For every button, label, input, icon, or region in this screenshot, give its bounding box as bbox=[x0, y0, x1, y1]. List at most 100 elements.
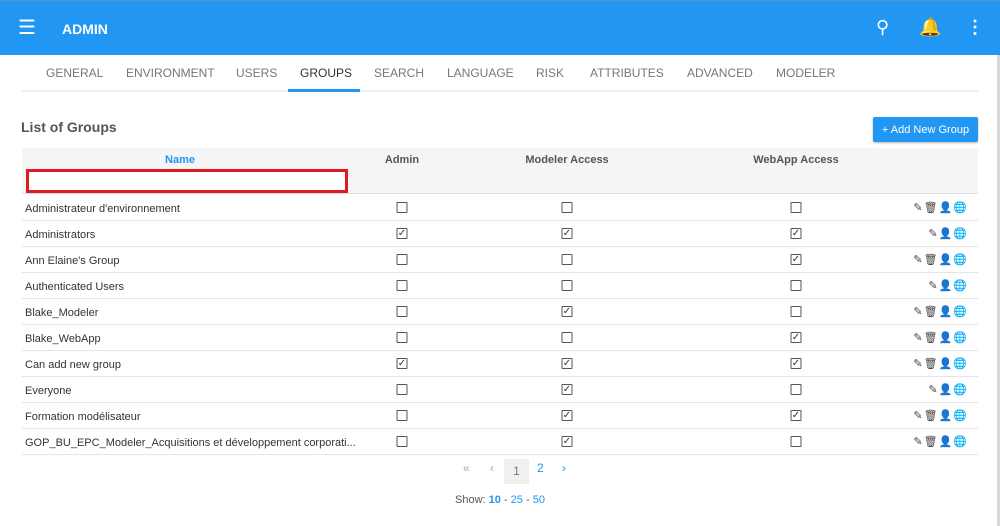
modeler-checkbox[interactable] bbox=[561, 254, 573, 265]
webapp-checkbox[interactable] bbox=[790, 306, 802, 317]
edit-icon[interactable]: ✎ bbox=[913, 306, 923, 318]
edit-icon[interactable]: ✎ bbox=[928, 228, 938, 240]
delete-icon[interactable]: 🗑 bbox=[924, 332, 939, 344]
user-icon[interactable]: 👤 bbox=[939, 254, 954, 266]
prev-page-button[interactable]: ‹ bbox=[490, 461, 494, 475]
modeler-checkbox[interactable]: ✓ bbox=[561, 384, 573, 395]
user-icon[interactable]: 👤 bbox=[939, 358, 954, 370]
globe-icon[interactable]: 🌐 bbox=[953, 306, 968, 318]
admin-checkbox[interactable] bbox=[396, 410, 408, 421]
more-vert-icon[interactable]: ⋮ bbox=[966, 17, 984, 37]
edit-icon[interactable]: ✎ bbox=[913, 332, 923, 344]
tab-environment[interactable]: ENVIRONMENT bbox=[126, 66, 215, 80]
user-icon[interactable]: 👤 bbox=[939, 280, 954, 292]
delete-icon[interactable]: 🗑 bbox=[924, 436, 939, 448]
tab-groups[interactable]: GROUPS bbox=[300, 66, 352, 80]
delete-icon[interactable]: 🗑 bbox=[924, 202, 939, 214]
modeler-checkbox[interactable] bbox=[561, 202, 573, 213]
modeler-checkbox[interactable]: ✓ bbox=[561, 306, 573, 317]
group-name[interactable]: Authenticated Users bbox=[25, 281, 124, 293]
globe-icon[interactable]: 🌐 bbox=[953, 228, 968, 240]
globe-icon[interactable]: 🌐 bbox=[953, 384, 968, 396]
tab-attributes[interactable]: ATTRIBUTES bbox=[590, 66, 664, 80]
globe-icon[interactable]: 🌐 bbox=[953, 358, 968, 370]
webapp-checkbox[interactable] bbox=[790, 202, 802, 213]
webapp-checkbox[interactable]: ✓ bbox=[790, 332, 802, 343]
tab-modeler[interactable]: MODELER bbox=[776, 66, 835, 80]
edit-icon[interactable]: ✎ bbox=[913, 436, 923, 448]
globe-icon[interactable]: 🌐 bbox=[953, 436, 968, 448]
user-icon[interactable]: 👤 bbox=[939, 332, 954, 344]
column-name[interactable]: Name bbox=[165, 154, 195, 166]
admin-checkbox[interactable] bbox=[396, 280, 408, 291]
admin-checkbox[interactable]: ✓ bbox=[396, 228, 408, 239]
admin-checkbox[interactable] bbox=[396, 306, 408, 317]
page-size-50[interactable]: 50 bbox=[533, 494, 545, 506]
globe-icon[interactable]: 🌐 bbox=[953, 202, 968, 214]
first-page-button[interactable]: « bbox=[463, 461, 470, 475]
page-size-10[interactable]: 10 bbox=[489, 494, 501, 506]
edit-icon[interactable]: ✎ bbox=[913, 410, 923, 422]
modeler-checkbox[interactable]: ✓ bbox=[561, 228, 573, 239]
webapp-checkbox[interactable] bbox=[790, 384, 802, 395]
delete-icon[interactable]: 🗑 bbox=[924, 358, 939, 370]
webapp-checkbox[interactable]: ✓ bbox=[790, 410, 802, 421]
admin-checkbox[interactable] bbox=[396, 254, 408, 265]
add-new-group-button[interactable]: + Add New Group bbox=[873, 117, 978, 142]
page-size-25[interactable]: 25 bbox=[511, 494, 523, 506]
tab-advanced[interactable]: ADVANCED bbox=[687, 66, 753, 80]
webapp-checkbox[interactable]: ✓ bbox=[790, 228, 802, 239]
search-icon[interactable]: ⚲ bbox=[876, 17, 889, 37]
user-icon[interactable]: 👤 bbox=[939, 384, 954, 396]
group-name[interactable]: Ann Elaine's Group bbox=[25, 255, 119, 267]
group-name[interactable]: Can add new group bbox=[25, 359, 121, 371]
tab-risk[interactable]: RISK bbox=[536, 66, 564, 80]
group-name[interactable]: GOP_BU_EPC_Modeler_Acquisitions et dével… bbox=[25, 437, 356, 449]
admin-checkbox[interactable] bbox=[396, 332, 408, 343]
name-filter-input[interactable] bbox=[26, 169, 348, 193]
globe-icon[interactable]: 🌐 bbox=[953, 280, 968, 292]
modeler-checkbox[interactable]: ✓ bbox=[561, 436, 573, 447]
user-icon[interactable]: 👤 bbox=[939, 228, 954, 240]
modeler-checkbox[interactable] bbox=[561, 280, 573, 291]
group-name[interactable]: Blake_Modeler bbox=[25, 307, 98, 319]
user-icon[interactable]: 👤 bbox=[939, 306, 954, 318]
admin-checkbox[interactable] bbox=[396, 202, 408, 213]
page-1-button[interactable]: 1 bbox=[504, 459, 529, 484]
delete-icon[interactable]: 🗑 bbox=[924, 254, 939, 266]
tab-general[interactable]: GENERAL bbox=[46, 66, 103, 80]
delete-icon[interactable]: 🗑 bbox=[924, 410, 939, 422]
modeler-checkbox[interactable]: ✓ bbox=[561, 358, 573, 369]
globe-icon[interactable]: 🌐 bbox=[953, 254, 968, 266]
edit-icon[interactable]: ✎ bbox=[913, 358, 923, 370]
edit-icon[interactable]: ✎ bbox=[928, 384, 938, 396]
webapp-checkbox[interactable]: ✓ bbox=[790, 254, 802, 265]
edit-icon[interactable]: ✎ bbox=[913, 254, 923, 266]
user-icon[interactable]: 👤 bbox=[939, 436, 954, 448]
webapp-checkbox[interactable]: ✓ bbox=[790, 358, 802, 369]
bell-icon[interactable]: 🔔 bbox=[919, 17, 941, 37]
tab-search[interactable]: SEARCH bbox=[374, 66, 424, 80]
group-name[interactable]: Administrateur d'environnement bbox=[25, 203, 180, 215]
user-icon[interactable]: 👤 bbox=[939, 202, 954, 214]
globe-icon[interactable]: 🌐 bbox=[953, 332, 968, 344]
tab-users[interactable]: USERS bbox=[236, 66, 277, 80]
admin-checkbox[interactable] bbox=[396, 384, 408, 395]
admin-checkbox[interactable] bbox=[396, 436, 408, 447]
group-name[interactable]: Blake_WebApp bbox=[25, 333, 101, 345]
user-icon[interactable]: 👤 bbox=[939, 410, 954, 422]
webapp-checkbox[interactable] bbox=[790, 280, 802, 291]
page-2-button[interactable]: 2 bbox=[537, 461, 544, 475]
group-name[interactable]: Administrators bbox=[25, 229, 95, 241]
edit-icon[interactable]: ✎ bbox=[928, 280, 938, 292]
group-name[interactable]: Formation modélisateur bbox=[25, 411, 141, 423]
edit-icon[interactable]: ✎ bbox=[913, 202, 923, 214]
delete-icon[interactable]: 🗑 bbox=[924, 306, 939, 318]
admin-checkbox[interactable]: ✓ bbox=[396, 358, 408, 369]
next-page-button[interactable]: › bbox=[562, 461, 566, 475]
modeler-checkbox[interactable]: ✓ bbox=[561, 410, 573, 421]
modeler-checkbox[interactable] bbox=[561, 332, 573, 343]
group-name[interactable]: Everyone bbox=[25, 385, 71, 397]
globe-icon[interactable]: 🌐 bbox=[953, 410, 968, 422]
webapp-checkbox[interactable] bbox=[790, 436, 802, 447]
